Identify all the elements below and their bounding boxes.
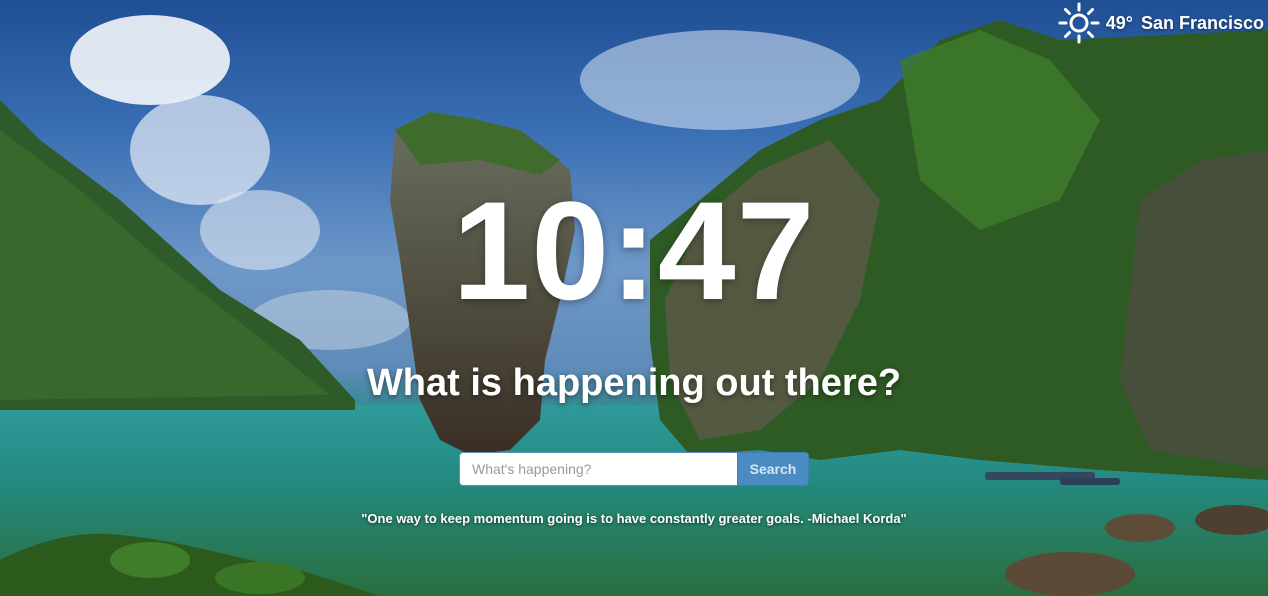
sun-icon <box>1058 2 1100 44</box>
headline: What is happening out there? <box>366 362 902 404</box>
search-button[interactable]: Search <box>737 452 809 486</box>
search-form: Search <box>459 452 809 486</box>
weather-temperature: 49° <box>1105 12 1133 33</box>
search-input[interactable] <box>459 452 737 486</box>
weather-widget[interactable]: 49° San Francisco <box>1058 2 1264 44</box>
clock-time: 10:47 <box>452 172 816 329</box>
weather-city: San Francisco <box>1140 12 1264 33</box>
quote-text: "One way to keep momentum going is to ha… <box>361 511 907 526</box>
